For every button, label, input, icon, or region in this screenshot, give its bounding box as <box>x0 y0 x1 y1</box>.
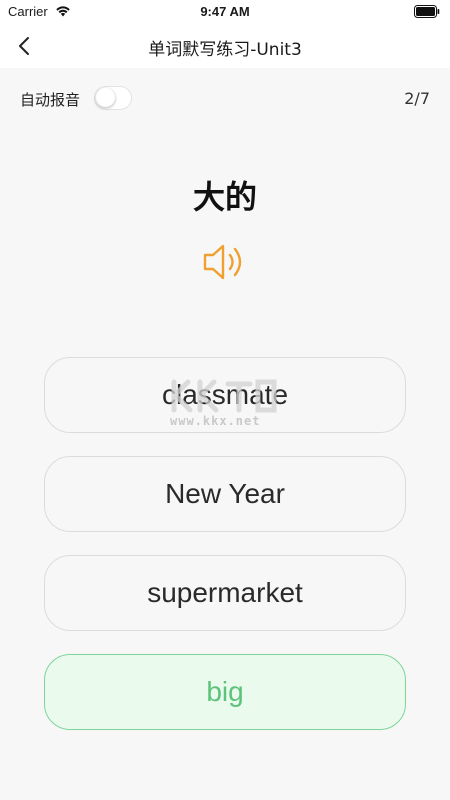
answer-option-1[interactable]: classmate <box>44 357 406 433</box>
speaker-icon[interactable] <box>201 240 249 284</box>
auto-speak-toggle[interactable] <box>94 86 132 110</box>
auto-speak-label: 自动报音 <box>20 91 81 109</box>
status-bar: Carrier 9:47 AM <box>0 0 450 24</box>
progress-counter: 2/7 <box>404 89 430 108</box>
answer-option-3[interactable]: supermarket <box>44 555 406 631</box>
back-button[interactable] <box>10 32 38 60</box>
app-screen: Carrier 9:47 AM 单词默写练习-Unit3 自动报音 2/7 大的 <box>0 0 450 800</box>
question-word: 大的 <box>192 178 257 216</box>
chevron-left-icon <box>19 37 29 55</box>
settings-row: 自动报音 2/7 <box>0 80 450 116</box>
answer-option-2[interactable]: New Year <box>44 456 406 532</box>
toggle-knob <box>96 88 115 107</box>
page-title: 单词默写练习-Unit3 <box>148 40 302 60</box>
clock-time: 9:47 AM <box>200 4 250 19</box>
answer-option-4-correct[interactable]: big <box>44 654 406 730</box>
navigation-bar: 单词默写练习-Unit3 <box>0 24 450 68</box>
battery-icon <box>414 5 440 18</box>
